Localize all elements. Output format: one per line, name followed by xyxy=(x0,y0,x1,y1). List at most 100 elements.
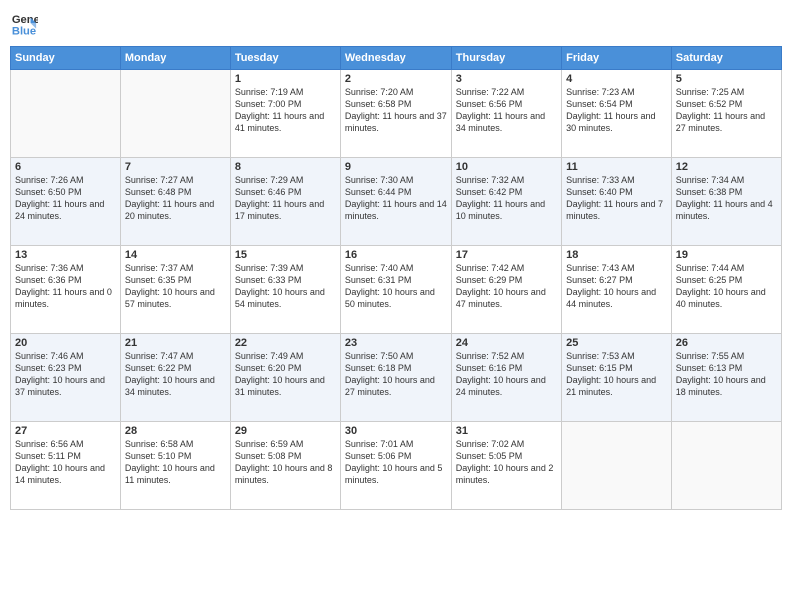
day-info: Sunrise: 7:29 AMSunset: 6:46 PMDaylight:… xyxy=(235,174,336,223)
day-info: Sunrise: 7:49 AMSunset: 6:20 PMDaylight:… xyxy=(235,350,336,399)
day-number: 22 xyxy=(235,337,336,349)
day-number: 21 xyxy=(125,337,226,349)
day-number: 15 xyxy=(235,249,336,261)
day-of-week-wednesday: Wednesday xyxy=(340,47,451,70)
day-number: 12 xyxy=(676,161,777,173)
day-number: 3 xyxy=(456,73,557,85)
day-number: 16 xyxy=(345,249,447,261)
day-number: 17 xyxy=(456,249,557,261)
calendar-cell: 28Sunrise: 6:58 AMSunset: 5:10 PMDayligh… xyxy=(120,422,230,510)
calendar-cell: 22Sunrise: 7:49 AMSunset: 6:20 PMDayligh… xyxy=(230,334,340,422)
calendar-cell xyxy=(11,70,121,158)
calendar-week-3: 13Sunrise: 7:36 AMSunset: 6:36 PMDayligh… xyxy=(11,246,782,334)
calendar-cell: 16Sunrise: 7:40 AMSunset: 6:31 PMDayligh… xyxy=(340,246,451,334)
calendar-cell: 15Sunrise: 7:39 AMSunset: 6:33 PMDayligh… xyxy=(230,246,340,334)
day-info: Sunrise: 7:20 AMSunset: 6:58 PMDaylight:… xyxy=(345,86,447,135)
calendar-cell: 20Sunrise: 7:46 AMSunset: 6:23 PMDayligh… xyxy=(11,334,121,422)
day-info: Sunrise: 7:40 AMSunset: 6:31 PMDaylight:… xyxy=(345,262,447,311)
calendar-cell: 31Sunrise: 7:02 AMSunset: 5:05 PMDayligh… xyxy=(451,422,561,510)
calendar-cell: 29Sunrise: 6:59 AMSunset: 5:08 PMDayligh… xyxy=(230,422,340,510)
calendar-week-4: 20Sunrise: 7:46 AMSunset: 6:23 PMDayligh… xyxy=(11,334,782,422)
day-of-week-saturday: Saturday xyxy=(671,47,781,70)
day-number: 29 xyxy=(235,425,336,437)
day-of-week-monday: Monday xyxy=(120,47,230,70)
calendar-week-2: 6Sunrise: 7:26 AMSunset: 6:50 PMDaylight… xyxy=(11,158,782,246)
calendar-cell: 3Sunrise: 7:22 AMSunset: 6:56 PMDaylight… xyxy=(451,70,561,158)
calendar-cell: 9Sunrise: 7:30 AMSunset: 6:44 PMDaylight… xyxy=(340,158,451,246)
day-number: 2 xyxy=(345,73,447,85)
header: General Blue xyxy=(10,10,782,38)
day-info: Sunrise: 7:33 AMSunset: 6:40 PMDaylight:… xyxy=(566,174,667,223)
day-number: 1 xyxy=(235,73,336,85)
day-number: 7 xyxy=(125,161,226,173)
calendar-cell: 7Sunrise: 7:27 AMSunset: 6:48 PMDaylight… xyxy=(120,158,230,246)
calendar-cell: 23Sunrise: 7:50 AMSunset: 6:18 PMDayligh… xyxy=(340,334,451,422)
calendar-cell: 18Sunrise: 7:43 AMSunset: 6:27 PMDayligh… xyxy=(562,246,672,334)
day-number: 6 xyxy=(15,161,116,173)
calendar-table: SundayMondayTuesdayWednesdayThursdayFrid… xyxy=(10,46,782,510)
calendar-cell: 26Sunrise: 7:55 AMSunset: 6:13 PMDayligh… xyxy=(671,334,781,422)
calendar-cell: 4Sunrise: 7:23 AMSunset: 6:54 PMDaylight… xyxy=(562,70,672,158)
calendar-cell: 14Sunrise: 7:37 AMSunset: 6:35 PMDayligh… xyxy=(120,246,230,334)
day-number: 5 xyxy=(676,73,777,85)
day-info: Sunrise: 7:53 AMSunset: 6:15 PMDaylight:… xyxy=(566,350,667,399)
calendar-cell: 2Sunrise: 7:20 AMSunset: 6:58 PMDaylight… xyxy=(340,70,451,158)
svg-text:Blue: Blue xyxy=(12,25,36,37)
day-info: Sunrise: 7:55 AMSunset: 6:13 PMDaylight:… xyxy=(676,350,777,399)
day-of-week-sunday: Sunday xyxy=(11,47,121,70)
day-info: Sunrise: 6:59 AMSunset: 5:08 PMDaylight:… xyxy=(235,438,336,487)
calendar-cell: 27Sunrise: 6:56 AMSunset: 5:11 PMDayligh… xyxy=(11,422,121,510)
day-of-week-friday: Friday xyxy=(562,47,672,70)
day-number: 11 xyxy=(566,161,667,173)
page: General Blue SundayMondayTuesdayWednesda… xyxy=(0,0,792,612)
day-info: Sunrise: 7:30 AMSunset: 6:44 PMDaylight:… xyxy=(345,174,447,223)
day-info: Sunrise: 7:42 AMSunset: 6:29 PMDaylight:… xyxy=(456,262,557,311)
day-number: 14 xyxy=(125,249,226,261)
logo-icon: General Blue xyxy=(10,10,38,38)
day-number: 31 xyxy=(456,425,557,437)
day-info: Sunrise: 7:19 AMSunset: 7:00 PMDaylight:… xyxy=(235,86,336,135)
calendar-cell xyxy=(562,422,672,510)
day-info: Sunrise: 7:23 AMSunset: 6:54 PMDaylight:… xyxy=(566,86,667,135)
day-info: Sunrise: 7:25 AMSunset: 6:52 PMDaylight:… xyxy=(676,86,777,135)
day-of-week-tuesday: Tuesday xyxy=(230,47,340,70)
day-number: 28 xyxy=(125,425,226,437)
calendar-cell: 19Sunrise: 7:44 AMSunset: 6:25 PMDayligh… xyxy=(671,246,781,334)
day-number: 20 xyxy=(15,337,116,349)
calendar-cell xyxy=(120,70,230,158)
day-info: Sunrise: 7:27 AMSunset: 6:48 PMDaylight:… xyxy=(125,174,226,223)
day-number: 4 xyxy=(566,73,667,85)
calendar-cell: 1Sunrise: 7:19 AMSunset: 7:00 PMDaylight… xyxy=(230,70,340,158)
day-of-week-thursday: Thursday xyxy=(451,47,561,70)
day-info: Sunrise: 7:36 AMSunset: 6:36 PMDaylight:… xyxy=(15,262,116,311)
day-info: Sunrise: 7:22 AMSunset: 6:56 PMDaylight:… xyxy=(456,86,557,135)
day-info: Sunrise: 7:46 AMSunset: 6:23 PMDaylight:… xyxy=(15,350,116,399)
day-info: Sunrise: 7:39 AMSunset: 6:33 PMDaylight:… xyxy=(235,262,336,311)
day-number: 8 xyxy=(235,161,336,173)
calendar-cell xyxy=(671,422,781,510)
day-info: Sunrise: 7:01 AMSunset: 5:06 PMDaylight:… xyxy=(345,438,447,487)
day-info: Sunrise: 7:47 AMSunset: 6:22 PMDaylight:… xyxy=(125,350,226,399)
calendar-cell: 8Sunrise: 7:29 AMSunset: 6:46 PMDaylight… xyxy=(230,158,340,246)
calendar-cell: 5Sunrise: 7:25 AMSunset: 6:52 PMDaylight… xyxy=(671,70,781,158)
calendar-cell: 13Sunrise: 7:36 AMSunset: 6:36 PMDayligh… xyxy=(11,246,121,334)
day-number: 24 xyxy=(456,337,557,349)
calendar-header-row: SundayMondayTuesdayWednesdayThursdayFrid… xyxy=(11,47,782,70)
day-info: Sunrise: 7:26 AMSunset: 6:50 PMDaylight:… xyxy=(15,174,116,223)
day-info: Sunrise: 7:50 AMSunset: 6:18 PMDaylight:… xyxy=(345,350,447,399)
calendar-cell: 24Sunrise: 7:52 AMSunset: 6:16 PMDayligh… xyxy=(451,334,561,422)
day-info: Sunrise: 7:34 AMSunset: 6:38 PMDaylight:… xyxy=(676,174,777,223)
day-info: Sunrise: 7:44 AMSunset: 6:25 PMDaylight:… xyxy=(676,262,777,311)
day-number: 27 xyxy=(15,425,116,437)
calendar-week-1: 1Sunrise: 7:19 AMSunset: 7:00 PMDaylight… xyxy=(11,70,782,158)
calendar-cell: 21Sunrise: 7:47 AMSunset: 6:22 PMDayligh… xyxy=(120,334,230,422)
calendar-cell: 11Sunrise: 7:33 AMSunset: 6:40 PMDayligh… xyxy=(562,158,672,246)
day-number: 30 xyxy=(345,425,447,437)
day-info: Sunrise: 6:56 AMSunset: 5:11 PMDaylight:… xyxy=(15,438,116,487)
day-number: 18 xyxy=(566,249,667,261)
calendar-cell: 17Sunrise: 7:42 AMSunset: 6:29 PMDayligh… xyxy=(451,246,561,334)
calendar-cell: 25Sunrise: 7:53 AMSunset: 6:15 PMDayligh… xyxy=(562,334,672,422)
day-number: 9 xyxy=(345,161,447,173)
day-number: 19 xyxy=(676,249,777,261)
day-info: Sunrise: 7:02 AMSunset: 5:05 PMDaylight:… xyxy=(456,438,557,487)
